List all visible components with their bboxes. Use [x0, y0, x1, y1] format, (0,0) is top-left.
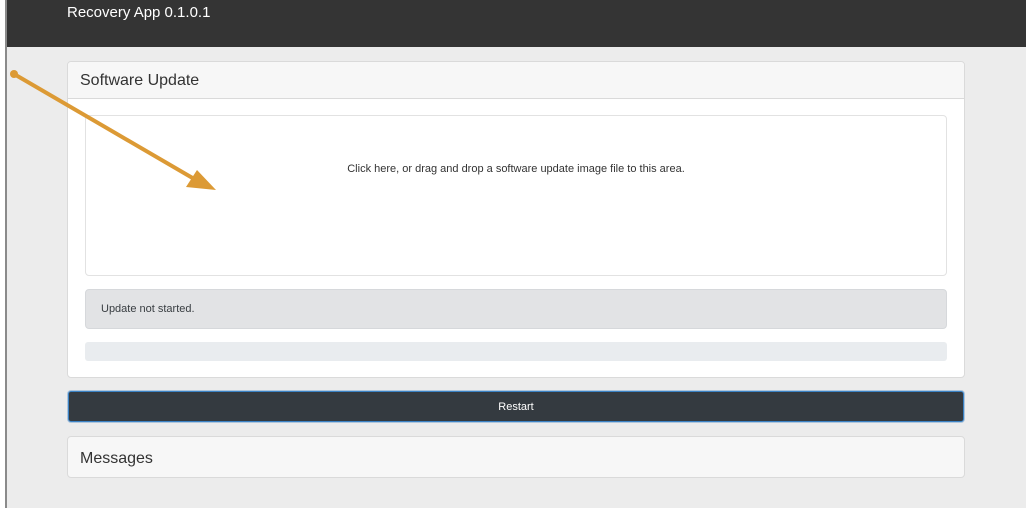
restart-button[interactable]: Restart	[68, 391, 964, 422]
app-title: Recovery App 0.1.0.1	[67, 4, 211, 21]
update-status-text: Update not started.	[101, 303, 195, 315]
software-update-title: Software Update	[80, 72, 200, 89]
app-window: Recovery App 0.1.0.1 Software Update Cli…	[5, 0, 1026, 508]
software-update-header: Software Update	[68, 62, 964, 99]
messages-card: Messages	[67, 436, 965, 478]
messages-title: Messages	[80, 450, 153, 467]
navbar: Recovery App 0.1.0.1	[7, 0, 1026, 47]
dropzone-instruction: Click here, or drag and drop a software …	[347, 163, 685, 175]
update-progress-bar	[85, 342, 947, 361]
update-status-alert: Update not started.	[85, 289, 947, 329]
software-update-card: Software Update Click here, or drag and …	[67, 61, 965, 378]
file-dropzone[interactable]: Click here, or drag and drop a software …	[85, 115, 947, 276]
